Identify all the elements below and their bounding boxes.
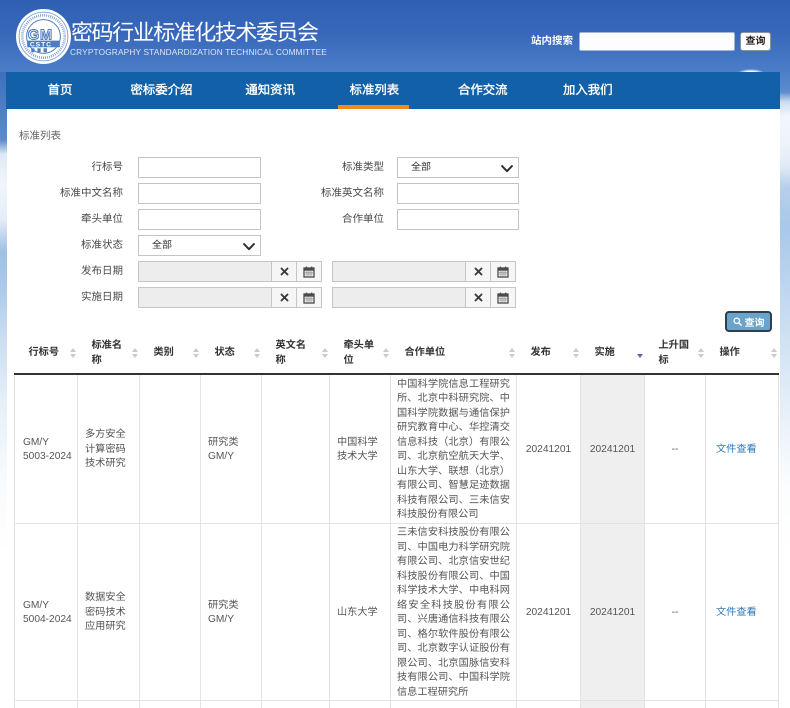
svg-text:CSTC: CSTC bbox=[30, 42, 52, 49]
